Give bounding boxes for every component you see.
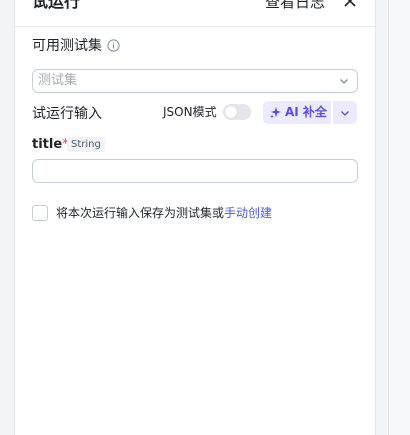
close-icon[interactable] xyxy=(341,0,359,10)
sparkle-icon xyxy=(270,107,281,118)
json-mode-toggle[interactable] xyxy=(223,104,251,120)
save-as-test-set-checkbox[interactable] xyxy=(32,205,48,221)
test-set-label: 可用测试集 xyxy=(32,38,102,54)
ai-complete-dropdown-button[interactable] xyxy=(333,101,357,124)
chevron-down-icon xyxy=(340,79,348,84)
chevron-down-icon xyxy=(341,111,349,116)
test-run-panel: 试运行 查看日志 可用测试集 测试集 试运行输入 JSON模式 AI 补全 ti… xyxy=(14,0,376,435)
ai-complete-label: AI 补全 xyxy=(285,105,327,119)
ai-complete-button[interactable]: AI 补全 xyxy=(263,101,331,124)
panel-header: 试运行 查看日志 xyxy=(15,0,375,27)
title-input[interactable] xyxy=(32,159,358,183)
toggle-knob xyxy=(225,106,237,118)
field-name: title xyxy=(32,137,63,152)
test-set-placeholder: 测试集 xyxy=(38,73,78,88)
json-mode-label: JSON模式 xyxy=(163,105,217,119)
field-type-badge: String xyxy=(67,137,105,152)
save-as-test-set-text: 将本次运行输入保存为测试集或手动创建 xyxy=(56,205,272,221)
view-logs-button[interactable]: 查看日志 xyxy=(265,0,325,13)
test-set-select[interactable]: 测试集 xyxy=(32,69,358,93)
manual-create-link[interactable]: 手动创建 xyxy=(224,206,272,220)
info-icon xyxy=(107,39,120,52)
field-title-label: title* xyxy=(32,137,69,153)
right-scroll-strip xyxy=(388,0,410,435)
panel-title: 试运行 xyxy=(32,0,81,11)
run-input-label: 试运行输入 xyxy=(32,106,102,122)
save-text: 将本次运行输入保存为测试集或 xyxy=(56,206,225,220)
